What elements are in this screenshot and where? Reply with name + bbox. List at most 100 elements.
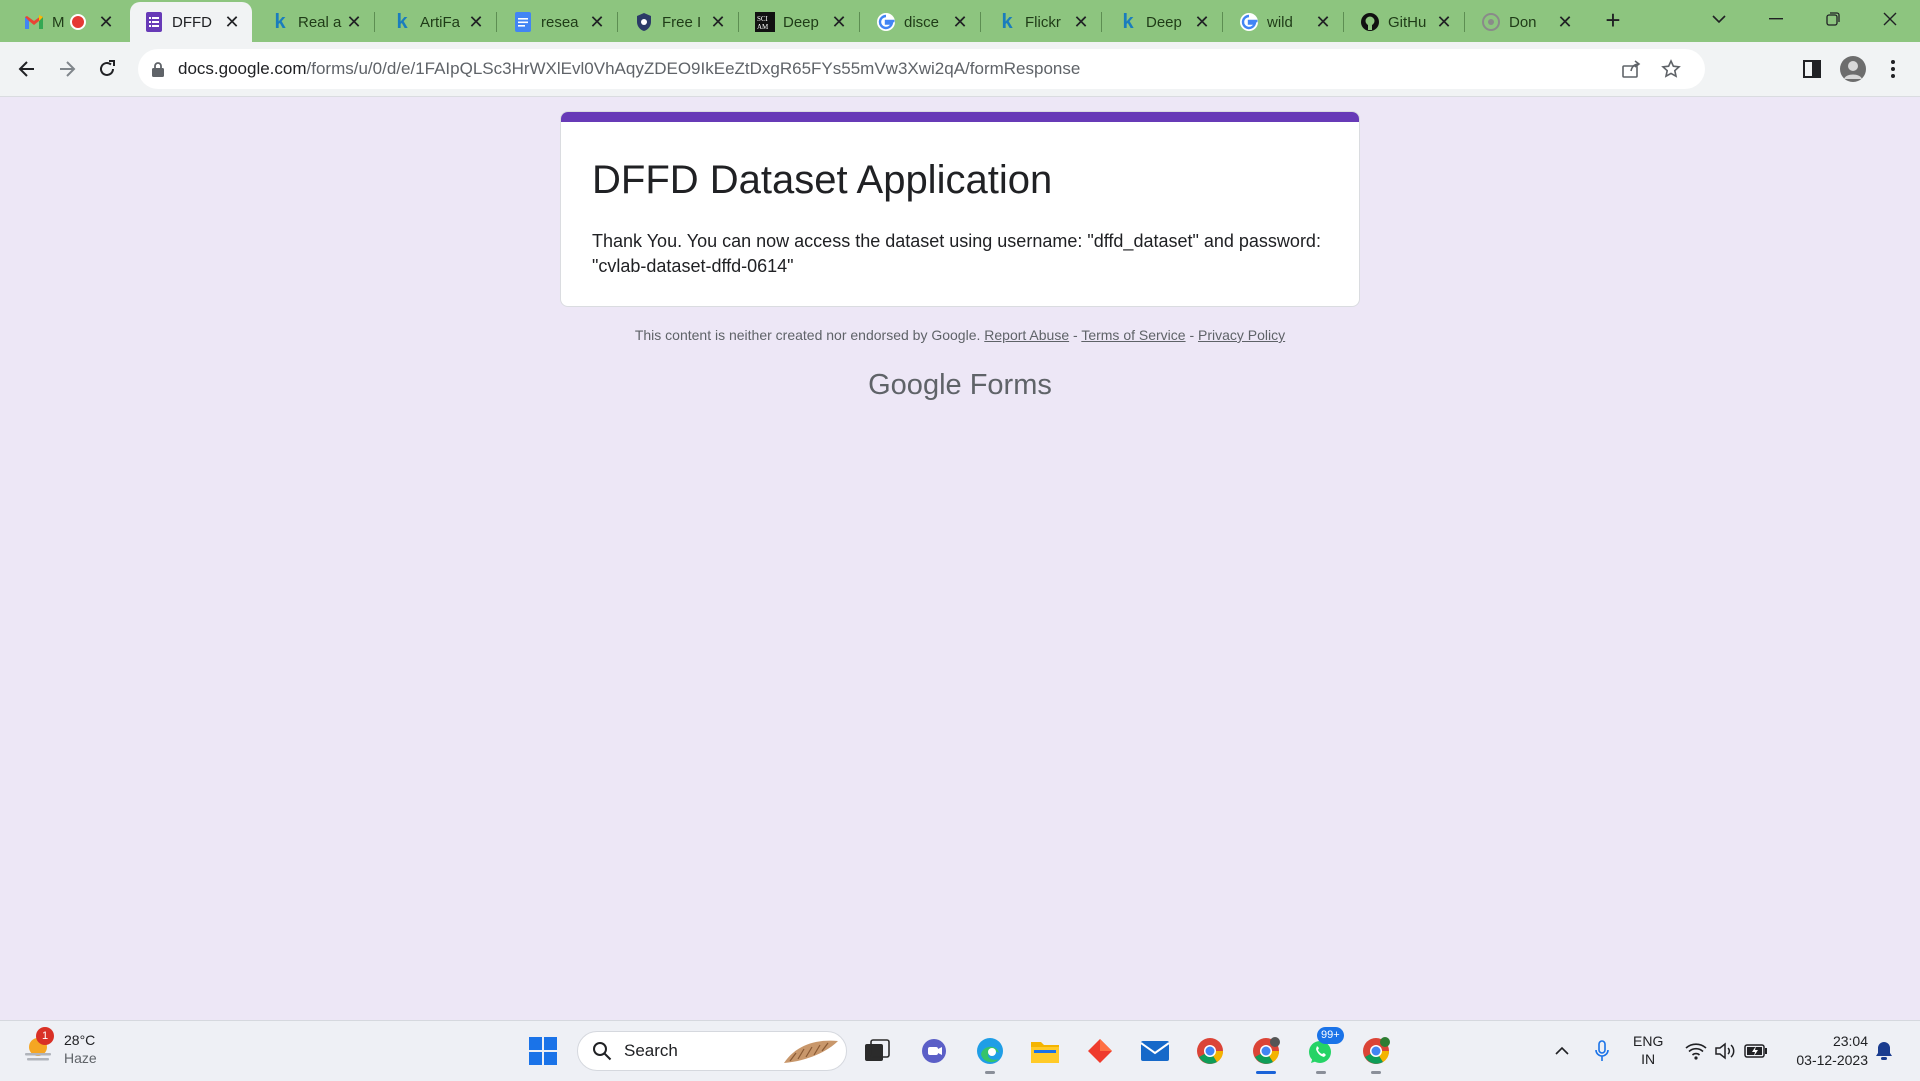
chrome-icon: [1253, 1037, 1280, 1064]
tab-free[interactable]: Free I ✕: [620, 2, 739, 42]
language-code: ENG: [1633, 1033, 1664, 1049]
tab-title: Don: [1509, 13, 1537, 31]
whatsapp-button[interactable]: 99+: [1301, 1027, 1344, 1074]
close-icon[interactable]: ✕: [1192, 12, 1212, 32]
restore-icon: [1826, 12, 1840, 26]
teams-chat-button[interactable]: [914, 1031, 954, 1071]
close-icon[interactable]: ✕: [950, 12, 970, 32]
close-icon[interactable]: ✕: [466, 12, 486, 32]
show-hidden-icons-button[interactable]: [1550, 1039, 1574, 1063]
weather-widget[interactable]: 1 28°C Haze: [22, 1027, 97, 1067]
tab-google-discern[interactable]: disce ✕: [862, 2, 981, 42]
side-panel-button[interactable]: [1796, 53, 1828, 85]
mail-button[interactable]: [1135, 1031, 1175, 1071]
task-view-button[interactable]: [857, 1031, 897, 1071]
privacy-policy-link[interactable]: Privacy Policy: [1198, 327, 1285, 343]
wifi-button[interactable]: [1684, 1039, 1708, 1063]
tab-sciam-deep[interactable]: SCI AM Deep ✕: [741, 2, 860, 42]
tab-docs-research[interactable]: resea ✕: [499, 2, 618, 42]
tab-title: GitHu: [1388, 13, 1427, 31]
taskbar-search[interactable]: Search: [577, 1031, 847, 1071]
chrome-profile-button[interactable]: [1246, 1031, 1286, 1074]
edge-button[interactable]: [970, 1031, 1010, 1074]
search-placeholder: Search: [624, 1041, 678, 1060]
reload-icon: [100, 60, 115, 76]
form-title: DFFD Dataset Application: [592, 158, 1053, 202]
tab-search-button[interactable]: [1699, 4, 1739, 34]
menu-button[interactable]: [1877, 53, 1909, 85]
close-icon[interactable]: ✕: [829, 12, 849, 32]
close-icon[interactable]: ✕: [1313, 12, 1333, 32]
terms-of-service-link[interactable]: Terms of Service: [1081, 327, 1185, 343]
tab-gmail[interactable]: M ✕: [10, 2, 126, 42]
chrome-icon: [1197, 1038, 1224, 1064]
browser-toolbar: docs.google.com/forms/u/0/d/e/1FAIpQLSc3…: [0, 42, 1920, 97]
input-language[interactable]: ENG IN: [1633, 1032, 1663, 1068]
tab-dffd[interactable]: DFFD ✕: [130, 2, 252, 42]
microphone-icon: [1595, 1040, 1609, 1061]
app-diamond-button[interactable]: [1080, 1031, 1120, 1071]
brand-product: Forms: [969, 369, 1052, 401]
tab-kaggle-flickr[interactable]: k Flickr ✕: [983, 2, 1102, 42]
brand-google: Google: [868, 369, 962, 401]
report-abuse-link[interactable]: Report Abuse: [984, 327, 1069, 343]
address-bar[interactable]: docs.google.com/forms/u/0/d/e/1FAIpQLSc3…: [138, 49, 1705, 89]
battery-button[interactable]: [1744, 1039, 1768, 1063]
google-forms-logo[interactable]: Google Forms: [560, 369, 1360, 402]
volume-button[interactable]: [1713, 1039, 1737, 1063]
tab-title: Free I: [662, 13, 702, 31]
svg-text:SCI: SCI: [757, 15, 769, 23]
minimize-button[interactable]: [1756, 4, 1796, 34]
google-forms-icon: [144, 12, 164, 32]
close-icon[interactable]: ✕: [96, 12, 116, 32]
reload-button[interactable]: [91, 53, 123, 85]
lock-icon: [152, 61, 164, 77]
start-button[interactable]: [523, 1031, 563, 1071]
clock[interactable]: 23:04 03-12-2023: [1778, 1032, 1868, 1070]
new-tab-button[interactable]: +: [1600, 7, 1626, 34]
weather-haze-icon: 1: [22, 1027, 54, 1065]
bell-icon: [1876, 1042, 1892, 1060]
forward-button[interactable]: [51, 53, 83, 85]
chrome-button[interactable]: [1190, 1031, 1230, 1071]
github-icon: [1360, 12, 1380, 32]
close-icon[interactable]: ✕: [222, 12, 242, 32]
temperature: 28°C: [64, 1032, 96, 1048]
microphone-button[interactable]: [1590, 1039, 1614, 1063]
card-accent-bar: [561, 112, 1359, 122]
close-window-button[interactable]: [1870, 4, 1910, 34]
tab-google-wild[interactable]: wild ✕: [1225, 2, 1344, 42]
url-host: docs.google.com: [178, 59, 307, 78]
chrome-icon: [1363, 1037, 1390, 1064]
tab-don[interactable]: Don ✕: [1467, 2, 1585, 42]
chevron-down-icon: [1712, 15, 1726, 24]
taskbar: 1 28°C Haze Search 99+ ENG IN 23:04 03-1…: [0, 1020, 1920, 1081]
google-docs-icon: [513, 12, 533, 32]
file-explorer-button[interactable]: [1025, 1031, 1065, 1071]
more-vertical-icon: [1891, 60, 1895, 78]
bookmark-star-icon[interactable]: [1661, 59, 1681, 84]
search-highlight-image: [784, 1040, 838, 1063]
close-icon[interactable]: ✕: [1434, 12, 1454, 32]
search-icon: [593, 1042, 612, 1061]
tab-title: disce: [904, 13, 940, 31]
chrome-second-profile-button[interactable]: [1356, 1031, 1396, 1074]
close-icon[interactable]: ✕: [344, 12, 364, 32]
close-icon[interactable]: ✕: [1555, 12, 1575, 32]
tab-kaggle-real[interactable]: k Real a ✕: [256, 2, 375, 42]
kaggle-icon: k: [1001, 10, 1013, 33]
tab-title: Real a: [298, 13, 342, 31]
avatar: [1840, 56, 1866, 82]
recording-icon: [70, 14, 86, 30]
close-icon[interactable]: ✕: [708, 12, 728, 32]
profile-button[interactable]: [1837, 53, 1869, 85]
notifications-button[interactable]: [1872, 1039, 1896, 1063]
tab-github[interactable]: GitHu ✕: [1346, 2, 1465, 42]
tab-kaggle-artifact[interactable]: k ArtiFa ✕: [378, 2, 497, 42]
close-icon[interactable]: ✕: [1071, 12, 1091, 32]
close-icon[interactable]: ✕: [587, 12, 607, 32]
restore-button[interactable]: [1813, 4, 1853, 34]
back-button[interactable]: [11, 53, 43, 85]
tab-kaggle-deep[interactable]: k Deep ✕: [1104, 2, 1223, 42]
share-icon[interactable]: [1621, 59, 1641, 84]
